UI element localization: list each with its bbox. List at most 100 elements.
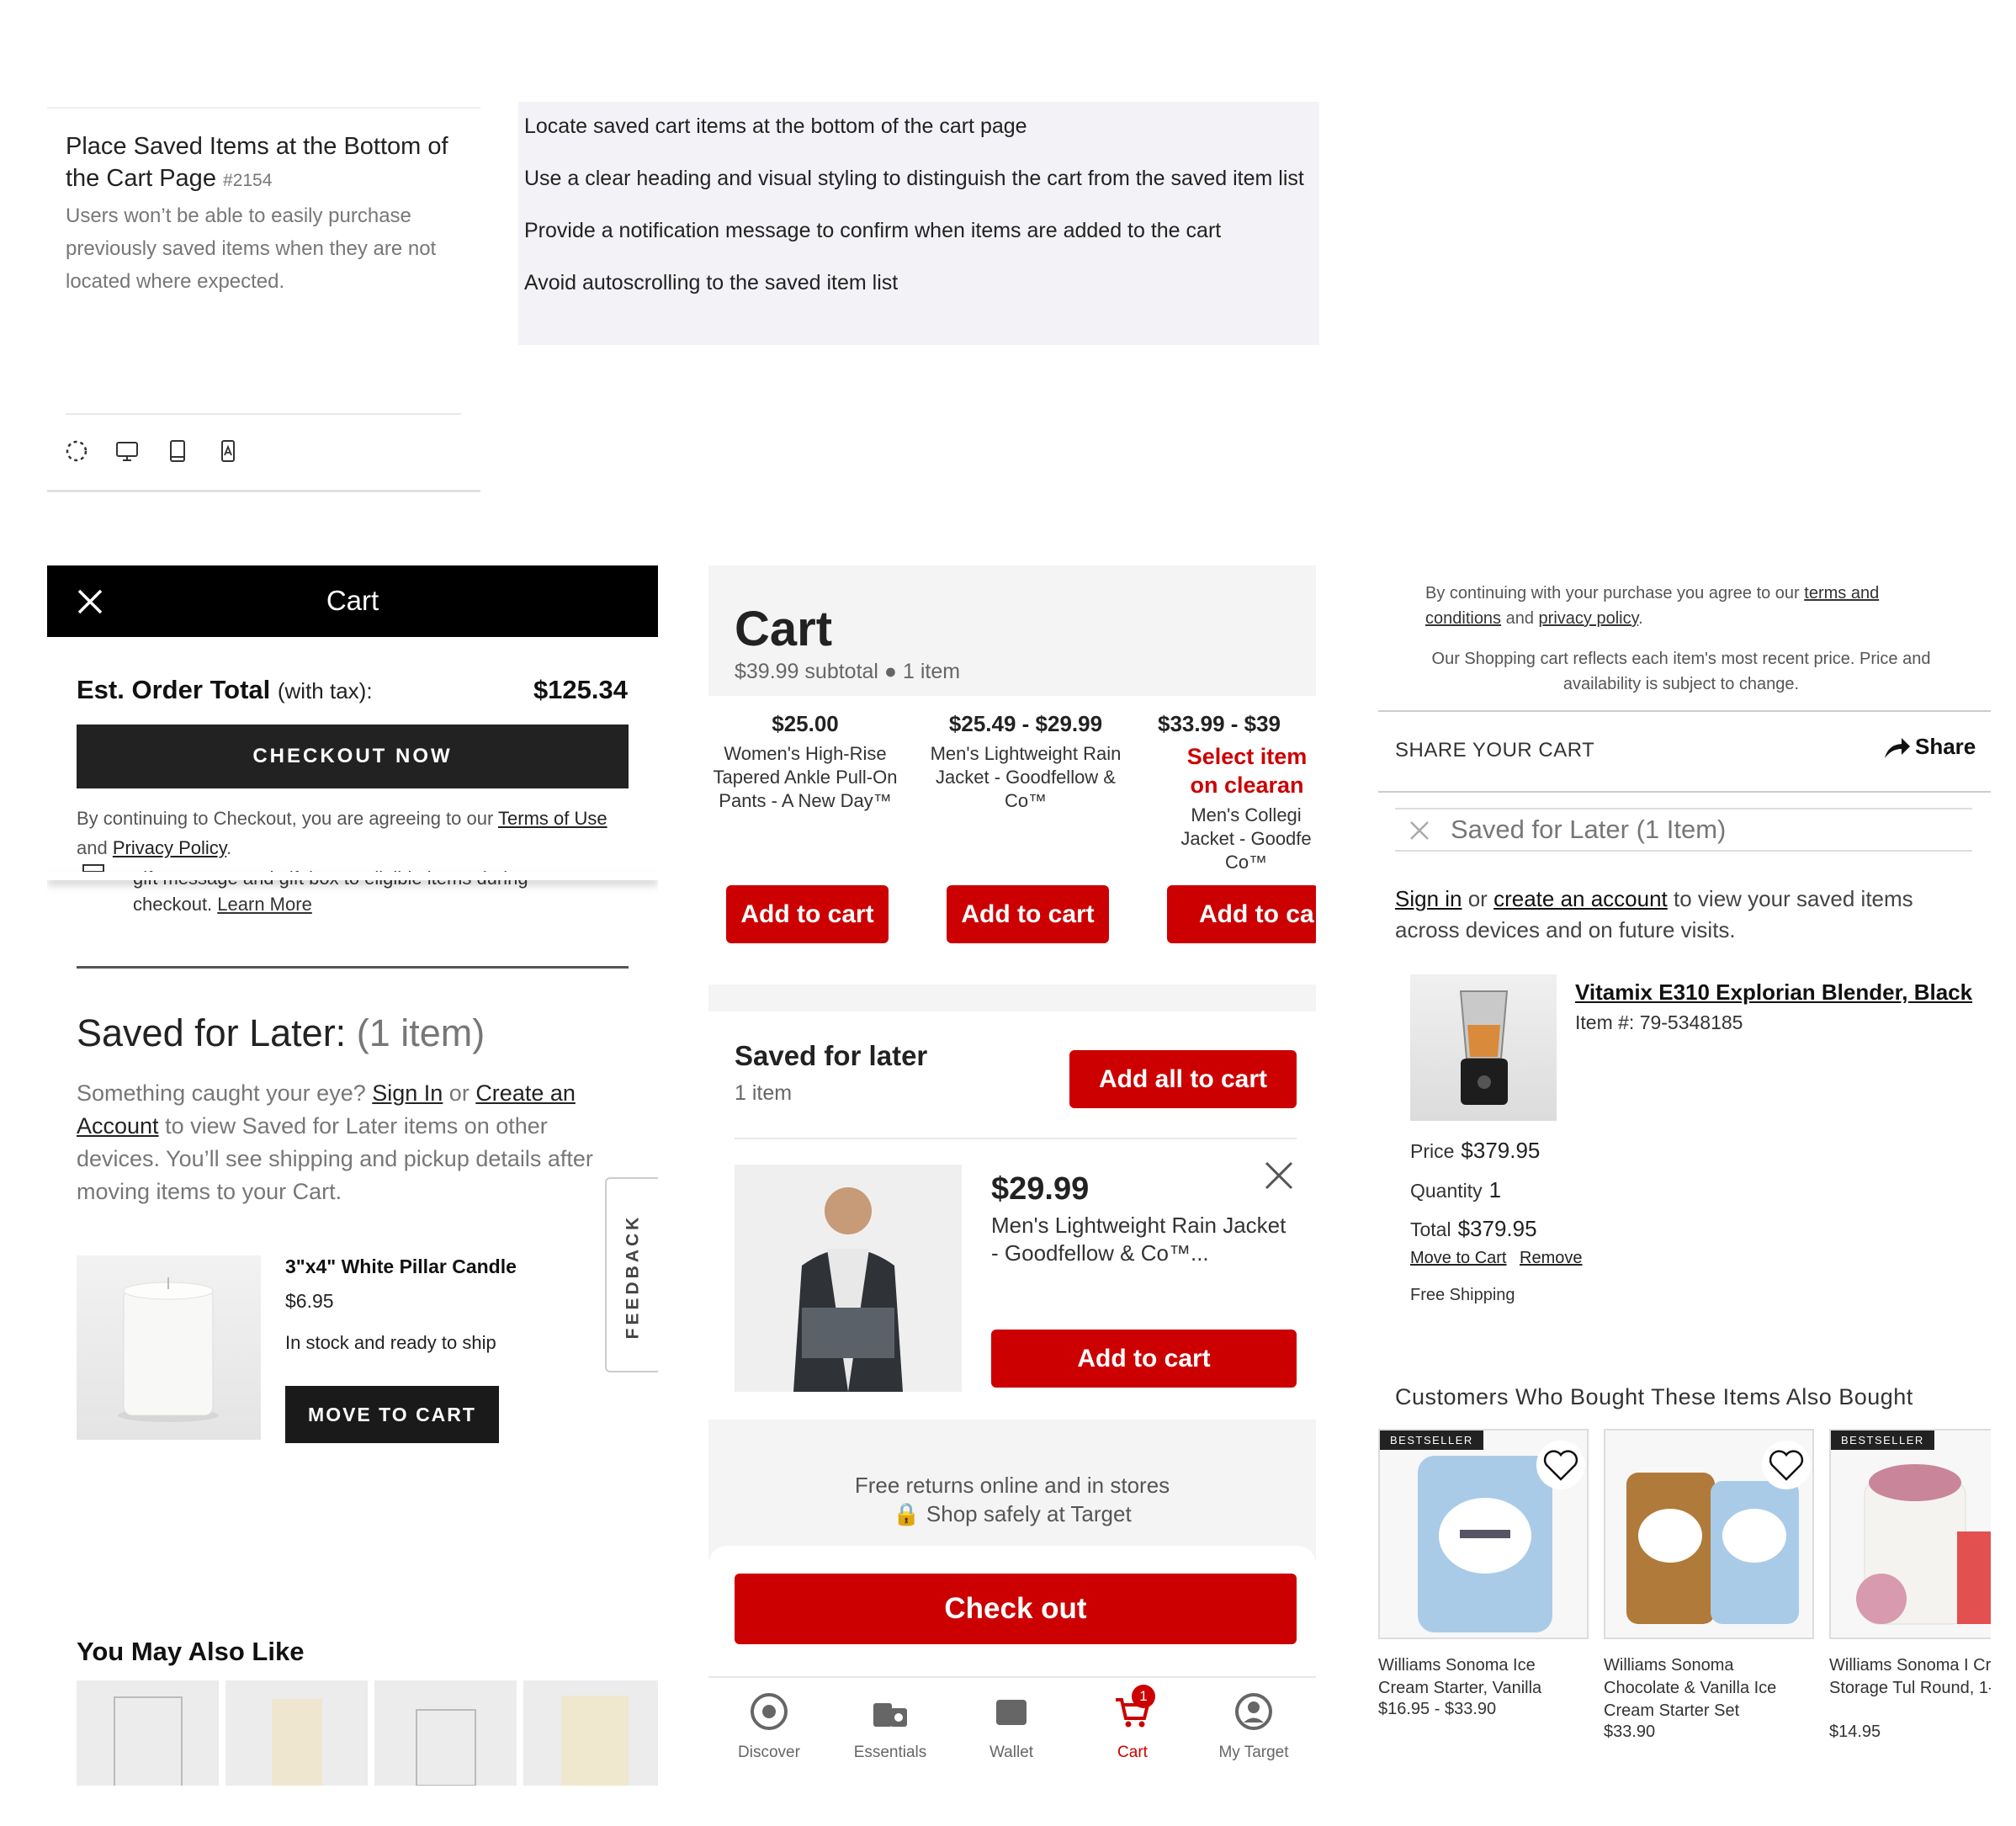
recommendation-image[interactable]	[523, 1680, 658, 1786]
section-gap	[708, 985, 1316, 1011]
jacket-product-image[interactable]	[735, 1165, 962, 1392]
recommendation-image[interactable]	[225, 1680, 368, 1786]
collapse-x-icon[interactable]	[1409, 820, 1430, 841]
product-image[interactable]	[1604, 1429, 1814, 1639]
sign-in-prompt: Sign in or create an account to view you…	[1395, 886, 1913, 942]
guideline-checklist: Locate saved cart items at the bottom of…	[518, 102, 1319, 345]
move-to-cart-button[interactable]: MOVE TO CART	[285, 1386, 499, 1443]
share-button[interactable]: Share	[1883, 734, 1976, 760]
checkout-now-button[interactable]: CHECKOUT NOW	[77, 725, 629, 788]
saved-for-later-heading: Saved for Later: (1 item)	[77, 1011, 485, 1054]
guideline-card: Place Saved Items at the Bottom of the C…	[47, 107, 480, 492]
tablet-icon[interactable]	[165, 438, 190, 464]
candle-product-image[interactable]	[77, 1255, 261, 1440]
privacy-policy-link[interactable]: privacy policy	[1539, 609, 1639, 628]
remove-link[interactable]: Remove	[1520, 1249, 1582, 1268]
product-image[interactable]: BESTSELLER	[1829, 1429, 1991, 1639]
nav-label: Essentials	[853, 1744, 927, 1761]
loading-icon[interactable]	[64, 438, 89, 464]
saved-for-later-intro: Something caught your eye? Sign In or Cr…	[77, 1080, 593, 1204]
nav-my-target[interactable]: My Target	[1193, 1690, 1314, 1762]
account-icon	[1232, 1690, 1276, 1733]
rec-name: Women's High-Rise Tapered Ankle Pull-On …	[713, 743, 898, 811]
cart-subtotal: $39.99 subtotal ● 1 item	[735, 660, 961, 683]
rec-price: $25.49 - $29.99	[948, 711, 1103, 736]
add-to-cart-button[interactable]: Add to cart	[947, 885, 1109, 943]
saved-item-price: $6.95	[285, 1290, 334, 1312]
saved-item-name[interactable]: Vitamix E310 Explorian Blender, Black	[1575, 979, 1972, 1006]
saved-for-later-count: 1 item	[735, 1081, 793, 1105]
feedback-label: FEEDBACK	[623, 1213, 643, 1340]
terms-of-use-link[interactable]: Terms of Use	[498, 808, 607, 829]
nav-wallet[interactable]: Wallet	[951, 1690, 1072, 1762]
checklist-item: Avoid autoscrolling to the saved item li…	[524, 271, 899, 295]
saved-item-number: Item #: 79-5348185	[1575, 1011, 1743, 1033]
recommendation-image[interactable]	[77, 1680, 219, 1786]
section-divider	[1378, 791, 1991, 793]
saved-item-name[interactable]: Men's Lightweight Rain Jacket - Goodfell…	[991, 1212, 1294, 1267]
recommendation-carousel: $25.00 Women's High-Rise Tapered Ankle P…	[708, 696, 1316, 1100]
product-name[interactable]: Williams Sonoma Ice Cream Starter, Vanil…	[1378, 1654, 1589, 1700]
mobile-app-icon[interactable]	[215, 438, 241, 464]
product-name[interactable]: Williams Sonoma Chocolate & Vanilla Ice …	[1604, 1654, 1814, 1722]
share-arrow-icon	[1883, 735, 1912, 760]
product-image[interactable]: BESTSELLER	[1378, 1429, 1589, 1639]
share-cart-label: SHARE YOUR CART	[1395, 739, 1595, 762]
order-total-value: $125.34	[533, 675, 628, 704]
shop-safely-text: 🔒 Shop safely at Target	[893, 1501, 1132, 1526]
nav-label: Cart	[1117, 1744, 1148, 1761]
add-to-cart-button[interactable]: Add to ca	[1167, 885, 1316, 943]
feedback-tab[interactable]: FEEDBACK	[605, 1177, 658, 1372]
item-total-row: Total $379.95	[1410, 1216, 1537, 1241]
saved-item-name[interactable]: 3"x4" White Pillar Candle	[285, 1255, 517, 1278]
learn-more-link[interactable]: Learn More	[217, 894, 312, 915]
remove-item-icon[interactable]	[1262, 1159, 1296, 1192]
cart-title-area: Cart $39.99 subtotal ● 1 item	[708, 565, 1316, 696]
you-may-also-like-heading: You May Also Like	[77, 1637, 305, 1666]
recommendation-image[interactable]	[374, 1680, 517, 1786]
add-to-cart-button[interactable]: Add to cart	[991, 1330, 1297, 1388]
create-account-link[interactable]: create an account	[1493, 886, 1668, 911]
saved-item-stock: In stock and ready to ship	[285, 1332, 496, 1353]
add-to-cart-button[interactable]: Add to cart	[726, 885, 889, 943]
saved-for-later-bar[interactable]: Saved for Later (1 Item)	[1395, 808, 1972, 852]
saved-for-later-heading: Saved for later	[735, 1040, 928, 1071]
cart-screenshot-middle: Cart $39.99 subtotal ● 1 item $25.00 Wom…	[708, 565, 1316, 1781]
rec-name: Men's Lightweight Rain Jacket - Goodfell…	[930, 743, 1122, 811]
rec-price: $33.99 - $39	[1158, 711, 1281, 736]
checkout-button[interactable]: Check out	[735, 1574, 1297, 1644]
privacy-policy-link[interactable]: Privacy Policy	[113, 837, 226, 858]
cart-count-badge: 1	[1132, 1685, 1155, 1708]
nav-discover[interactable]: Discover	[708, 1690, 830, 1762]
heart-icon[interactable]	[1762, 1441, 1811, 1489]
product-price: $14.95	[1829, 1722, 1881, 1741]
section-divider	[735, 1138, 1297, 1139]
sign-in-link[interactable]: Sign In	[372, 1080, 443, 1106]
add-all-to-cart-button[interactable]: Add all to cart	[1069, 1050, 1297, 1108]
heart-icon[interactable]	[1536, 1441, 1585, 1489]
blender-product-image[interactable]	[1410, 974, 1557, 1121]
rec-name: Men's Collegi Jacket - Goodfe Co™	[1180, 804, 1312, 873]
desktop-icon[interactable]	[114, 438, 140, 464]
share-label: Share	[1915, 734, 1976, 759]
move-to-cart-link[interactable]: Move to Cart	[1410, 1249, 1506, 1268]
also-bought-heading: Customers Who Bought These Items Also Bo…	[1395, 1384, 1913, 1409]
checklist-item: Use a clear heading and visual styling t…	[524, 167, 1304, 190]
nav-essentials[interactable]: Essentials	[830, 1690, 951, 1762]
guideline-divider	[66, 413, 461, 415]
product-name[interactable]: Williams Sonoma I Cream Storage Tul Roun…	[1829, 1654, 1991, 1700]
checkout-terms: By continuing to Checkout, you are agree…	[77, 808, 607, 858]
nav-label: Wallet	[989, 1744, 1034, 1761]
sticky-summary-shadow	[47, 872, 658, 880]
price-note: Our Shopping cart reflects each item's m…	[1431, 650, 1931, 693]
saved-item-price: $29.99	[991, 1171, 1090, 1207]
checklist-item: Locate saved cart items at the bottom of…	[524, 114, 1027, 138]
cart-header-title: Cart	[326, 585, 379, 616]
wallet-icon	[989, 1690, 1033, 1733]
sign-in-link[interactable]: Sign in	[1395, 886, 1462, 911]
product-price: $16.95 - $33.90	[1378, 1700, 1497, 1718]
recommendation-row	[77, 1680, 658, 1786]
guideline-number: #2154	[223, 171, 273, 190]
item-quantity-row: Quantity 1	[1410, 1177, 1502, 1202]
rec-promo: Select item on clearan	[1186, 744, 1308, 798]
